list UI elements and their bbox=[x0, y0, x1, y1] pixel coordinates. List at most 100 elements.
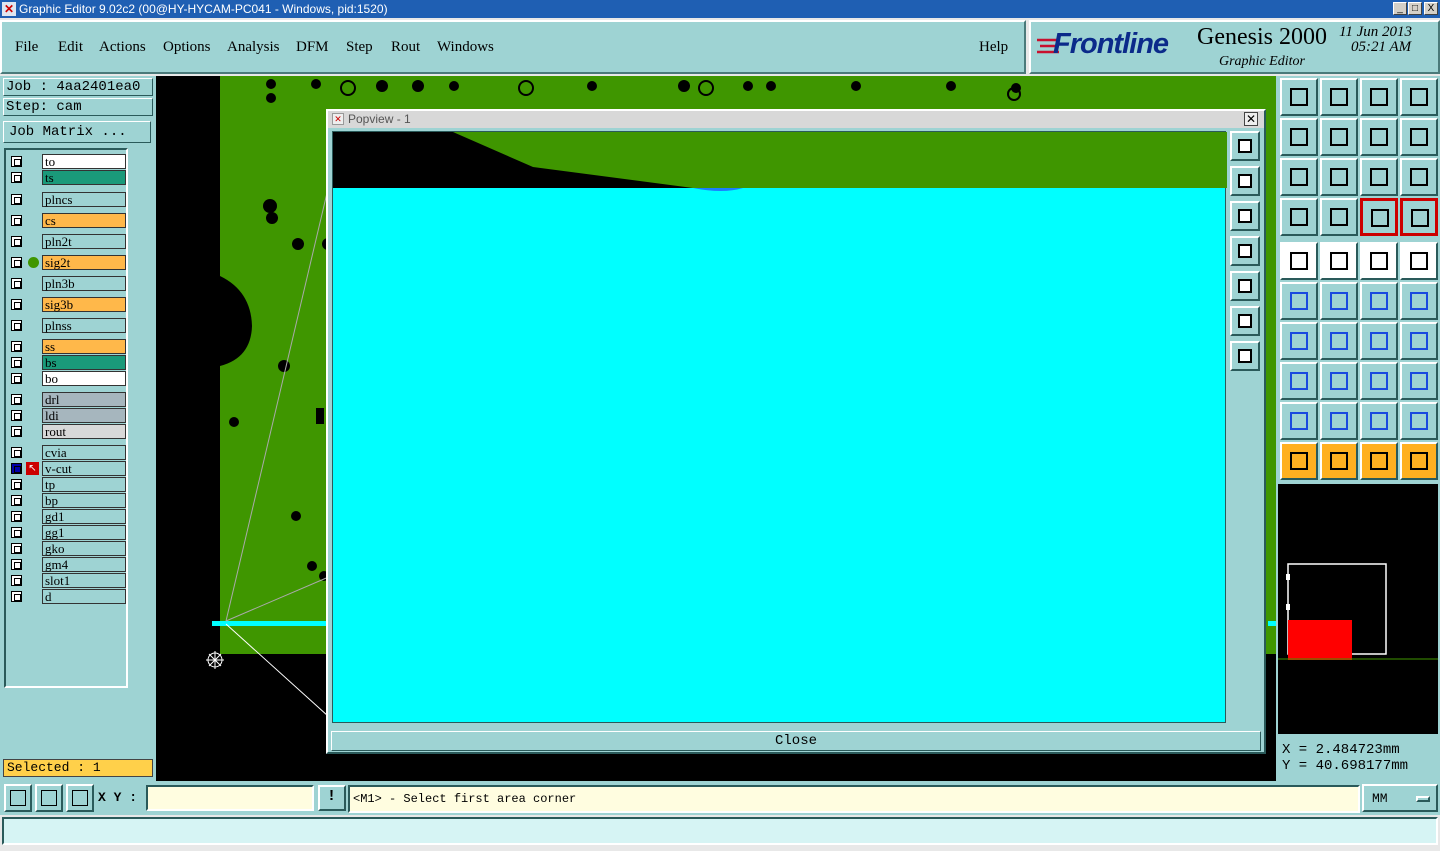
layer-name[interactable]: gko bbox=[42, 541, 126, 556]
menu-analysis[interactable]: Analysis bbox=[227, 39, 280, 56]
layer-name[interactable]: to bbox=[42, 154, 126, 169]
layer-name[interactable]: plncs bbox=[42, 192, 126, 207]
layer-checkbox[interactable] bbox=[11, 575, 22, 586]
grid-view-button[interactable] bbox=[1320, 198, 1358, 236]
layer-name[interactable]: gg1 bbox=[42, 525, 126, 540]
layer-row-tp[interactable]: tp bbox=[8, 477, 126, 492]
layer-name[interactable]: rout bbox=[42, 424, 126, 439]
measure-angle-button[interactable] bbox=[1320, 242, 1358, 280]
layer-checkbox[interactable] bbox=[11, 373, 22, 384]
layer-row-ts[interactable]: ts bbox=[8, 170, 126, 185]
menu-options[interactable]: Options bbox=[163, 39, 211, 56]
layer-checkbox[interactable] bbox=[11, 527, 22, 538]
layer-row-rout[interactable]: rout bbox=[8, 424, 126, 439]
window-split-button[interactable] bbox=[1400, 78, 1438, 116]
layer-row-slot1[interactable]: slot1 bbox=[8, 573, 126, 588]
job-matrix-button[interactable]: Job Matrix ... bbox=[3, 121, 151, 143]
units-select[interactable]: MM bbox=[1362, 784, 1438, 812]
layer-checkbox[interactable] bbox=[11, 543, 22, 554]
layer-row-plncs[interactable]: plncs bbox=[8, 192, 126, 207]
layer-checkbox[interactable] bbox=[11, 257, 22, 268]
layer-checkbox[interactable] bbox=[11, 410, 22, 421]
split-line-button[interactable] bbox=[1400, 322, 1438, 360]
layer-row-sig3b[interactable]: sig3b bbox=[8, 297, 126, 312]
extend-line-button[interactable] bbox=[1400, 282, 1438, 320]
popview-close-icon[interactable]: ✕ bbox=[1244, 112, 1258, 126]
layer-checkbox[interactable] bbox=[11, 172, 22, 183]
home-button[interactable] bbox=[1360, 78, 1398, 116]
layer-row-sig2t[interactable]: sig2t bbox=[8, 255, 126, 270]
close-window-button[interactable]: X bbox=[1424, 2, 1438, 15]
connect-nodes-button[interactable] bbox=[1280, 282, 1318, 320]
layer-name[interactable]: sig2t bbox=[42, 255, 126, 270]
layer-checkbox[interactable] bbox=[11, 278, 22, 289]
menu-file[interactable]: File bbox=[15, 39, 38, 56]
undo-zoom-button[interactable] bbox=[1360, 118, 1398, 156]
layer-row-ldi[interactable]: ldi bbox=[8, 408, 126, 423]
layer-name[interactable]: ss bbox=[42, 339, 126, 354]
layer-name[interactable]: pln3b bbox=[42, 276, 126, 291]
triangle-arc-button[interactable] bbox=[1320, 402, 1358, 440]
layer-checkbox[interactable] bbox=[11, 320, 22, 331]
layer-name[interactable]: drl bbox=[42, 392, 126, 407]
layer-checkbox[interactable] bbox=[11, 394, 22, 405]
layer-row-pln2t[interactable]: pln2t bbox=[8, 234, 126, 249]
popview-pan-right-button[interactable] bbox=[1230, 271, 1260, 301]
menu-edit[interactable]: Edit bbox=[58, 39, 83, 56]
menu-windows[interactable]: Windows bbox=[437, 39, 494, 56]
layer-row-d[interactable]: d bbox=[8, 589, 126, 604]
draw-angle-button[interactable] bbox=[1280, 322, 1318, 360]
layer-name[interactable]: plnss bbox=[42, 318, 126, 333]
layer-row-gg1[interactable]: gg1 bbox=[8, 525, 126, 540]
popview-canvas[interactable] bbox=[332, 131, 1227, 723]
menu-actions[interactable]: Actions bbox=[99, 39, 146, 56]
draw-line-button[interactable] bbox=[1320, 322, 1358, 360]
menu-help[interactable]: Help bbox=[979, 39, 1008, 56]
pan-right-button[interactable] bbox=[1320, 118, 1358, 156]
layer-row-bp[interactable]: bp bbox=[8, 493, 126, 508]
maximize-button[interactable]: □ bbox=[1408, 2, 1422, 15]
layer-checkbox[interactable] bbox=[11, 426, 22, 437]
layer-name[interactable]: gd1 bbox=[42, 509, 126, 524]
pointer-select-button[interactable] bbox=[1280, 442, 1318, 480]
triangle-cross-button[interactable] bbox=[1400, 402, 1438, 440]
layer-name[interactable]: bo bbox=[42, 371, 126, 386]
layer-checkbox[interactable] bbox=[11, 479, 22, 490]
layer-name[interactable]: gm4 bbox=[42, 557, 126, 572]
zoom-center-button[interactable] bbox=[1320, 158, 1358, 196]
layer-name[interactable]: v-cut bbox=[42, 461, 126, 476]
xy-input[interactable] bbox=[146, 785, 314, 811]
popview-close-button[interactable]: Close bbox=[331, 731, 1261, 751]
pan-left-button[interactable] bbox=[1280, 118, 1318, 156]
layer-name[interactable]: pln2t bbox=[42, 234, 126, 249]
cross-point-button[interactable] bbox=[1320, 282, 1358, 320]
angle-button[interactable] bbox=[35, 784, 63, 812]
layer-name[interactable]: ldi bbox=[42, 408, 126, 423]
layer-name[interactable]: slot1 bbox=[42, 573, 126, 588]
layer-compare-2-button[interactable] bbox=[1400, 198, 1438, 236]
snap-pad-button[interactable] bbox=[1280, 362, 1318, 400]
grid-button[interactable] bbox=[66, 784, 94, 812]
layer-checkbox[interactable] bbox=[11, 463, 22, 474]
menu-dfm[interactable]: DFM bbox=[296, 39, 329, 56]
triangle-cut-button[interactable] bbox=[1280, 402, 1318, 440]
layer-checkbox[interactable] bbox=[11, 299, 22, 310]
layer-checkbox[interactable] bbox=[11, 156, 22, 167]
layer-checkbox[interactable] bbox=[11, 215, 22, 226]
overview-map[interactable] bbox=[1278, 484, 1438, 734]
layer-row-bo[interactable]: bo bbox=[8, 371, 126, 386]
layer-checkbox[interactable] bbox=[11, 194, 22, 205]
popview-zoom-out-button[interactable] bbox=[1230, 341, 1260, 371]
layer-row-bs[interactable]: bs bbox=[8, 355, 126, 370]
layer-checkbox[interactable] bbox=[11, 236, 22, 247]
layer-checkbox[interactable] bbox=[11, 341, 22, 352]
move-point-button[interactable] bbox=[1360, 282, 1398, 320]
layer-row-drl[interactable]: drl bbox=[8, 392, 126, 407]
layer-name[interactable]: d bbox=[42, 589, 126, 604]
layer-checkbox[interactable] bbox=[11, 357, 22, 368]
layer-row-gd1[interactable]: gd1 bbox=[8, 509, 126, 524]
feature-info-button[interactable] bbox=[1400, 242, 1438, 280]
layer-checkbox[interactable] bbox=[11, 447, 22, 458]
zoom-1-2-button[interactable] bbox=[1360, 158, 1398, 196]
alert-button[interactable]: ! bbox=[318, 785, 346, 811]
